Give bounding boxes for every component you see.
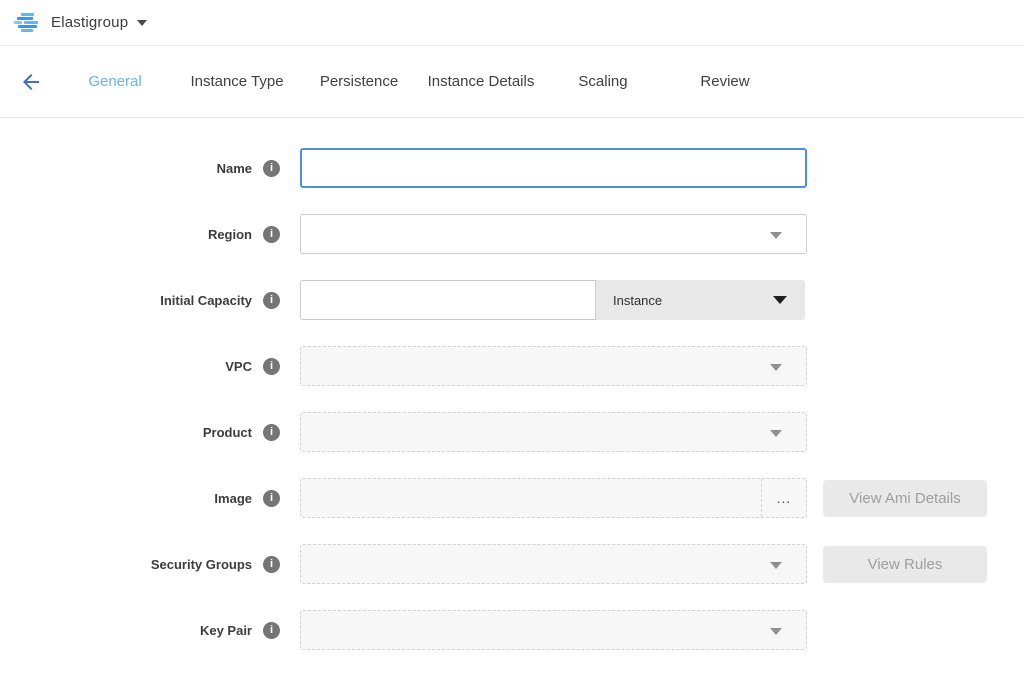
- initial-capacity-input[interactable]: [300, 280, 596, 320]
- form-row-image: Image ... View Ami Details: [0, 478, 1024, 518]
- form-row-vpc: VPC: [0, 346, 1024, 386]
- form-row-name: Name: [0, 148, 1024, 188]
- chevron-down-icon: [773, 296, 787, 304]
- info-icon[interactable]: [263, 358, 280, 375]
- image-label: Image: [214, 491, 252, 506]
- arrow-left-icon: [19, 70, 43, 94]
- tab-instance-type[interactable]: Instance Type: [176, 73, 298, 90]
- view-ami-details-button: View Ami Details: [823, 480, 987, 517]
- region-label: Region: [208, 227, 252, 242]
- chevron-down-icon: [770, 364, 782, 371]
- chevron-down-icon: [137, 20, 147, 26]
- capacity-unit-select[interactable]: Instance: [596, 280, 805, 320]
- key-pair-select: [300, 610, 807, 650]
- tab-persistence[interactable]: Persistence: [298, 73, 420, 90]
- chevron-down-icon: [770, 232, 782, 239]
- form-row-product: Product: [0, 412, 1024, 452]
- form-row-region: Region: [0, 214, 1024, 254]
- product-label: Product: [203, 425, 252, 440]
- capacity-unit-value: Instance: [613, 293, 662, 308]
- info-icon[interactable]: [263, 622, 280, 639]
- info-icon[interactable]: [263, 490, 280, 507]
- image-field: ...: [300, 478, 807, 518]
- form-row-security-groups: Security Groups View Rules: [0, 544, 1024, 584]
- key-pair-label: Key Pair: [200, 623, 252, 638]
- vpc-label: VPC: [225, 359, 252, 374]
- form-row-initial-capacity: Initial Capacity Instance: [0, 280, 1024, 320]
- region-select[interactable]: [300, 214, 807, 254]
- image-browse-button: ...: [761, 479, 806, 517]
- name-label: Name: [217, 161, 252, 176]
- info-icon[interactable]: [263, 556, 280, 573]
- security-groups-label: Security Groups: [151, 557, 252, 572]
- wizard-tabs: General Instance Type Persistence Instan…: [54, 73, 786, 90]
- info-icon[interactable]: [263, 424, 280, 441]
- app-title: Elastigroup: [51, 14, 128, 31]
- back-button[interactable]: [18, 69, 44, 95]
- chevron-down-icon: [770, 430, 782, 437]
- general-settings-form: Name Region Initial Capacity Instance: [0, 118, 1024, 650]
- tab-review[interactable]: Review: [664, 73, 786, 90]
- tab-instance-details[interactable]: Instance Details: [420, 73, 542, 90]
- info-icon[interactable]: [263, 292, 280, 309]
- initial-capacity-label: Initial Capacity: [160, 293, 252, 308]
- elastigroup-logo-icon: [14, 12, 40, 34]
- product-select: [300, 412, 807, 452]
- info-icon[interactable]: [263, 160, 280, 177]
- form-row-key-pair: Key Pair: [0, 610, 1024, 650]
- wizard-tabbar: General Instance Type Persistence Instan…: [0, 46, 1024, 118]
- app-header: Elastigroup: [0, 0, 1024, 46]
- product-switcher[interactable]: Elastigroup: [14, 12, 147, 34]
- vpc-select: [300, 346, 807, 386]
- tab-general[interactable]: General: [54, 73, 176, 90]
- chevron-down-icon: [770, 562, 782, 569]
- name-input[interactable]: [300, 148, 807, 188]
- info-icon[interactable]: [263, 226, 280, 243]
- security-groups-select: [300, 544, 807, 584]
- tab-scaling[interactable]: Scaling: [542, 73, 664, 90]
- chevron-down-icon: [770, 628, 782, 635]
- view-rules-button: View Rules: [823, 546, 987, 583]
